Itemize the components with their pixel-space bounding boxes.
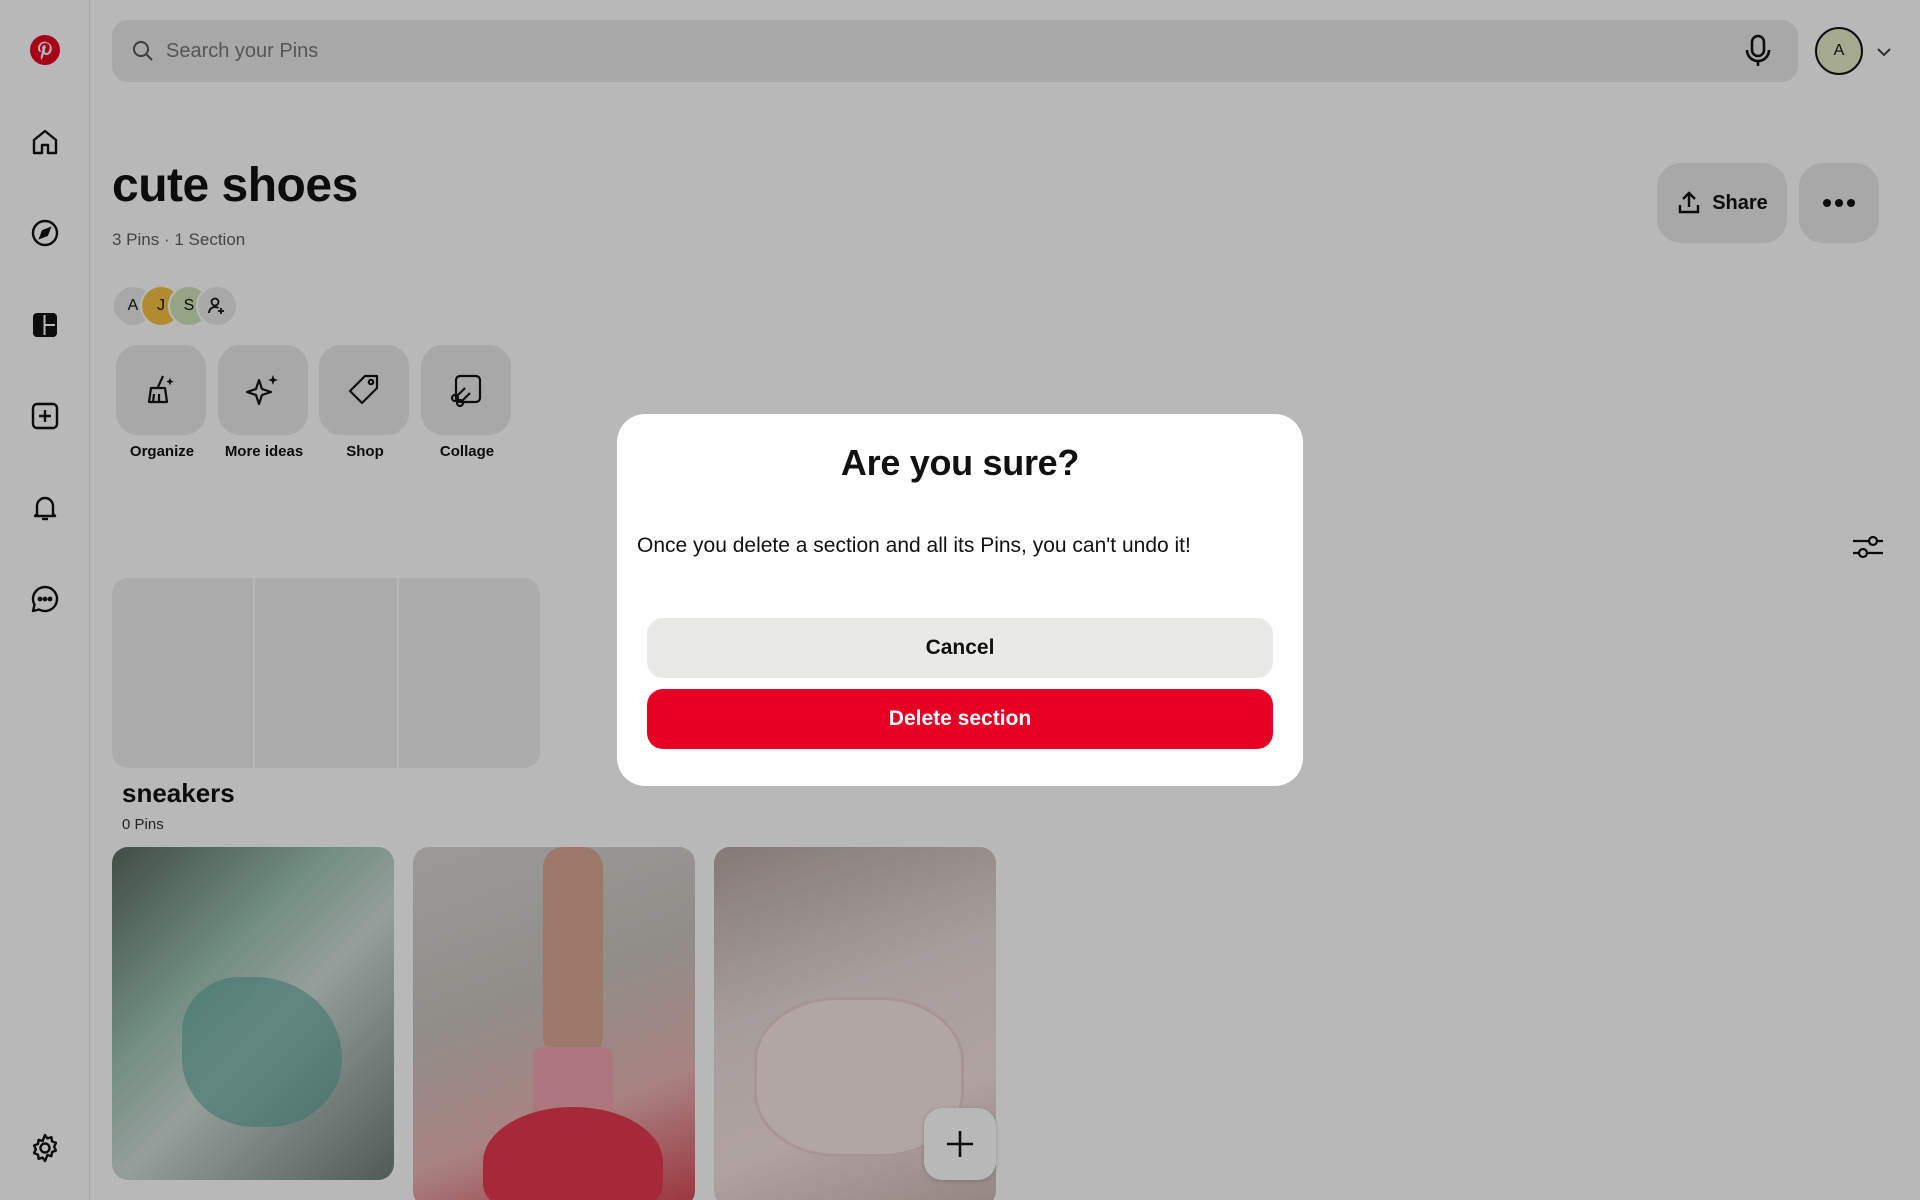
dialog-title: Are you sure?: [840, 442, 1080, 483]
dialog-message: Once you delete a section and all its Pi…: [637, 534, 1191, 557]
cancel-button[interactable]: Cancel: [647, 618, 1273, 678]
delete-section-button[interactable]: Delete section: [647, 689, 1273, 749]
confirm-delete-dialog: Are you sure? Once you delete a section …: [617, 414, 1303, 786]
